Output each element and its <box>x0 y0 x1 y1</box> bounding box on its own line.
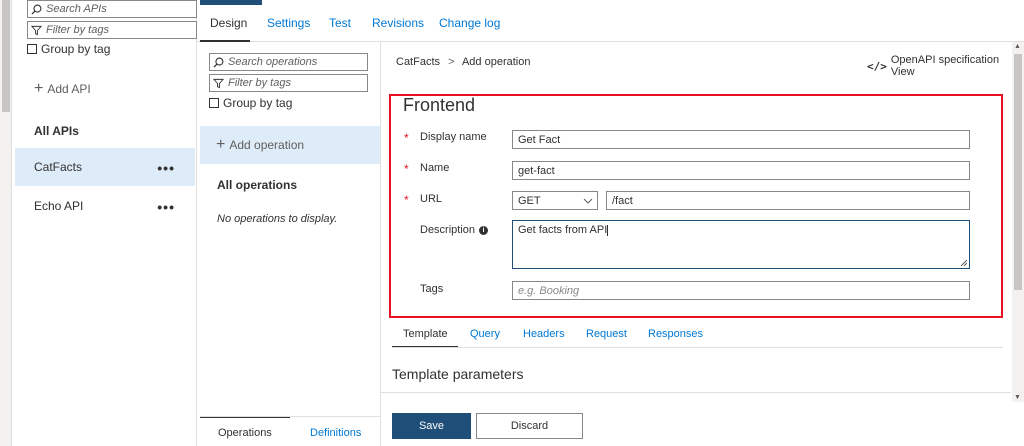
tab-test[interactable]: Test <box>329 16 351 30</box>
info-icon[interactable]: i <box>479 225 489 235</box>
filter-apis-input[interactable]: Filter by tags <box>27 21 197 39</box>
plus-icon: + <box>216 136 226 153</box>
more-options-icon[interactable]: ••• <box>157 160 175 176</box>
search-apis-input[interactable]: Search APIs <box>27 0 197 18</box>
design-tab-bar <box>197 0 1024 42</box>
required-marker: * <box>404 193 409 207</box>
api-item-catfacts[interactable]: CatFacts ••• <box>15 148 195 186</box>
tab-operations[interactable]: Operations <box>218 427 272 439</box>
description-textarea[interactable]: Get facts from API <box>512 220 970 269</box>
tab-definitions[interactable]: Definitions <box>310 427 361 439</box>
required-marker: * <box>404 162 409 176</box>
http-method-select[interactable]: GET <box>512 191 598 210</box>
add-api-label: Add API <box>47 82 91 96</box>
api-item-label: CatFacts <box>34 160 83 174</box>
http-method-value: GET <box>518 194 541 207</box>
display-name-input[interactable]: Get Fact <box>512 130 970 149</box>
display-name-label: Display name <box>420 131 487 143</box>
breadcrumb: CatFacts > Add operation <box>396 56 530 68</box>
tab-template[interactable]: Template <box>403 328 448 340</box>
tab-settings[interactable]: Settings <box>267 16 310 30</box>
editor-scrollbar[interactable]: ▲ ▼ <box>1012 42 1024 402</box>
scroll-up-icon[interactable]: ▲ <box>1014 43 1021 50</box>
filter-operations-placeholder: Filter by tags <box>228 77 291 89</box>
tab-headers[interactable]: Headers <box>523 328 565 340</box>
tags-input[interactable]: e.g. Booking <box>512 281 970 300</box>
operation-editor: CatFacts > Add operation </> OpenAPI spe… <box>381 42 1024 446</box>
footer-divider <box>381 392 1011 393</box>
scroll-down-icon[interactable]: ▼ <box>1014 394 1021 401</box>
filter-icon <box>213 78 224 88</box>
text-caret <box>607 224 609 236</box>
chevron-down-icon <box>583 198 593 204</box>
discard-button[interactable]: Discard <box>476 413 583 439</box>
tab-revisions[interactable]: Revisions <box>372 16 424 30</box>
group-by-tag-label: Group by tag <box>41 42 111 56</box>
description-label: Description <box>420 224 476 236</box>
save-button[interactable]: Save <box>392 413 471 439</box>
group-by-tag-operations[interactable]: Group by tag <box>209 96 292 110</box>
breadcrumb-current: Add operation <box>461 56 531 68</box>
template-parameters-title: Template parameters <box>392 366 524 382</box>
description-label-row: Description i <box>420 224 489 236</box>
left-scrollbar-thumb[interactable] <box>2 0 10 112</box>
tab-responses[interactable]: Responses <box>648 328 703 340</box>
group-by-tag-apis[interactable]: Group by tag <box>27 42 110 56</box>
name-input[interactable]: get-fact <box>512 161 970 180</box>
group-by-tag-checkbox[interactable] <box>209 98 219 108</box>
breadcrumb-separator: > <box>448 56 455 68</box>
url-label: URL <box>420 193 443 205</box>
more-options-icon[interactable]: ••• <box>157 199 175 215</box>
filter-apis-placeholder: Filter by tags <box>46 24 109 36</box>
api-list-panel: Search APIs Filter by tags Group by tag … <box>12 0 197 446</box>
all-operations-heading: All operations <box>217 178 298 192</box>
resize-handle-icon[interactable] <box>961 260 967 266</box>
search-apis-placeholder: Search APIs <box>46 3 107 15</box>
breadcrumb-api-link[interactable]: CatFacts <box>396 56 440 68</box>
add-operation-label: Add operation <box>229 138 305 152</box>
tab-query[interactable]: Query <box>470 328 500 340</box>
editor-scrollbar-thumb[interactable] <box>1014 54 1022 290</box>
search-operations-placeholder: Search operations <box>228 56 318 68</box>
empty-operations-message: No operations to display. <box>217 213 338 225</box>
revision-banner <box>200 0 262 5</box>
filter-icon <box>31 25 42 35</box>
tags-label: Tags <box>420 283 444 295</box>
search-operations-input[interactable]: Search operations <box>209 53 368 71</box>
bottom-tabs-divider <box>200 416 380 417</box>
tab-change-log[interactable]: Change log <box>439 16 500 30</box>
group-by-tag-checkbox[interactable] <box>27 44 37 54</box>
openapi-spec-view-label: OpenAPI specification View <box>890 54 1000 78</box>
filter-operations-input[interactable]: Filter by tags <box>209 74 368 92</box>
name-label: Name <box>420 162 450 174</box>
openapi-spec-view-link[interactable]: </> OpenAPI specification View <box>867 54 1024 78</box>
code-icon: </> <box>867 59 887 73</box>
tab-design[interactable]: Design <box>210 16 247 30</box>
all-apis-heading: All APIs <box>34 124 79 138</box>
left-scrollbar[interactable] <box>0 0 12 446</box>
add-api-button[interactable]: + Add API <box>34 80 91 97</box>
frontend-title: Frontend <box>403 95 476 115</box>
operations-panel: Search operations Filter by tags Group b… <box>200 42 381 446</box>
search-icon <box>213 57 224 68</box>
subtab-divider <box>392 347 1003 348</box>
tab-request[interactable]: Request <box>586 328 627 340</box>
required-marker: * <box>404 131 409 145</box>
description-value: Get facts from API <box>518 224 608 236</box>
api-item-label: Echo API <box>34 199 84 213</box>
plus-icon: + <box>34 80 44 97</box>
api-item-echo-api[interactable]: Echo API ••• <box>15 187 195 225</box>
group-by-tag-label: Group by tag <box>223 96 293 110</box>
url-template-input[interactable]: /fact <box>606 191 970 210</box>
add-operation-button[interactable]: + Add operation <box>200 126 380 164</box>
search-icon <box>31 4 42 15</box>
